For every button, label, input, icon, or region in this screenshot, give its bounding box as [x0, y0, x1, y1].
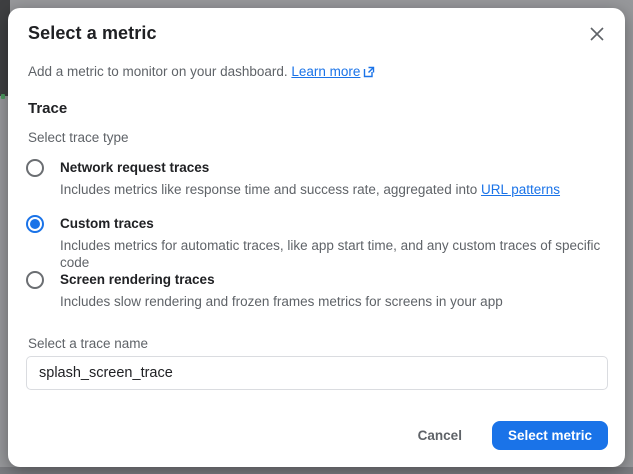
backdrop-page-remnant-dot	[1, 94, 5, 99]
subtitle-text: Add a metric to monitor on your dashboar…	[28, 64, 291, 79]
select-metric-button[interactable]: Select metric	[492, 421, 608, 450]
radio-option-network-request-traces[interactable]: Network request traces Includes metrics …	[26, 159, 605, 198]
radio-button-unselected[interactable]	[26, 159, 44, 177]
radio-option-description: Includes metrics for automatic traces, l…	[60, 237, 605, 271]
external-link-icon	[363, 65, 375, 83]
learn-more-link[interactable]: Learn more	[291, 64, 360, 79]
trace-section-heading: Trace	[28, 100, 67, 117]
close-button[interactable]	[586, 23, 608, 45]
cancel-button[interactable]: Cancel	[402, 420, 478, 451]
radio-option-label[interactable]: Screen rendering traces	[60, 271, 605, 289]
radio-option-screen-rendering-traces[interactable]: Screen rendering traces Includes slow re…	[26, 271, 605, 310]
dialog-footer: Cancel Select metric	[402, 420, 608, 451]
radio-button-selected[interactable]	[26, 215, 44, 233]
radio-option-description: Includes metrics like response time and …	[60, 181, 605, 198]
radio-button-unselected[interactable]	[26, 271, 44, 289]
close-icon	[589, 26, 605, 42]
dialog-subtitle: Add a metric to monitor on your dashboar…	[28, 63, 375, 83]
backdrop-bottom-strip	[0, 467, 633, 474]
trace-name-input[interactable]	[26, 356, 608, 390]
dialog-title: Select a metric	[28, 23, 157, 44]
trace-name-label: Select a trace name	[28, 336, 148, 351]
select-metric-dialog: Select a metric Add a metric to monitor …	[8, 8, 625, 467]
radio-option-custom-traces[interactable]: Custom traces Includes metrics for autom…	[26, 215, 605, 271]
radio-option-label[interactable]: Custom traces	[60, 215, 605, 233]
description-text: Includes metrics like response time and …	[60, 182, 481, 197]
url-patterns-link[interactable]: URL patterns	[481, 182, 560, 197]
radio-option-description: Includes slow rendering and frozen frame…	[60, 293, 605, 310]
radio-option-label[interactable]: Network request traces	[60, 159, 605, 177]
trace-type-label: Select trace type	[28, 130, 129, 145]
